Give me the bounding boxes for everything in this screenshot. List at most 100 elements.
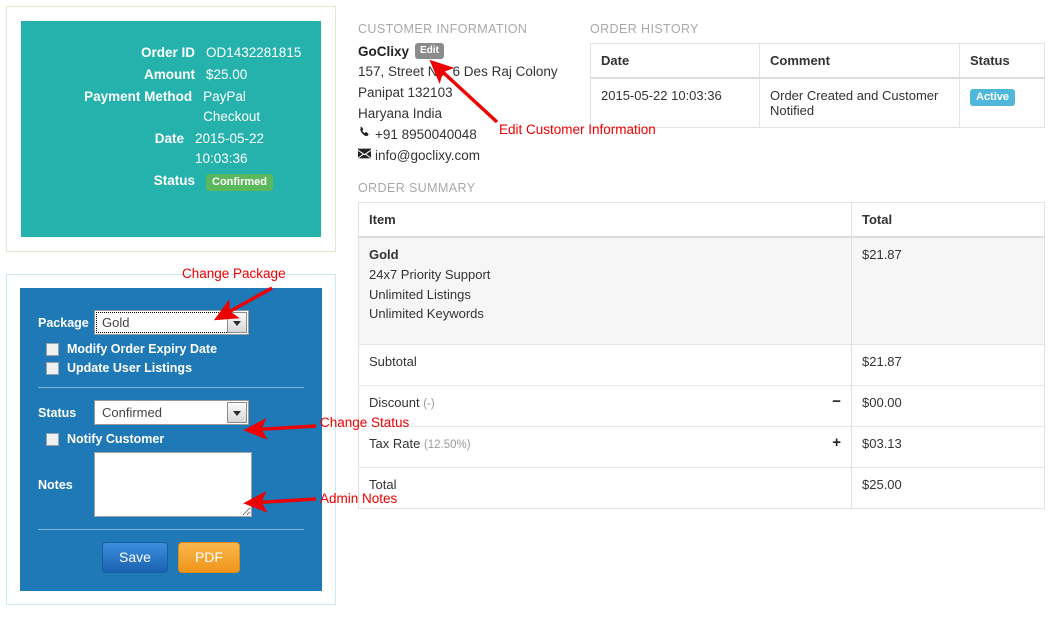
annotation-admin-notes: Admin Notes	[320, 491, 398, 506]
notes-row: Notes	[38, 452, 304, 517]
notify-customer-label: Notify Customer	[67, 432, 165, 446]
customer-address-line-2: Panipat 132103	[358, 85, 453, 100]
package-label: Package	[38, 315, 89, 330]
form-divider-top	[38, 387, 304, 388]
item-name: Gold	[369, 247, 399, 262]
status-select-label: Status	[38, 405, 77, 420]
table-row: Discount (-) − $00.00	[358, 385, 1045, 427]
date-row: Date 2015-05-22 10:03:36	[21, 129, 305, 169]
update-listings-row[interactable]: Update User Listings	[46, 361, 304, 375]
status-select-row: Status Confirmed	[38, 400, 304, 425]
customer-name: GoClixy	[358, 43, 410, 59]
customer-address-line-1: 157, Street No. 6 Des Raj Colony	[358, 64, 558, 79]
subtotal-label: Subtotal	[358, 344, 852, 386]
tax-note: (12.50%)	[423, 439, 471, 451]
annotation-change-status: Change Status	[320, 415, 410, 430]
status-select[interactable]: Confirmed	[94, 400, 249, 425]
pdf-button[interactable]: PDF	[177, 542, 240, 573]
order-history-table: Date Comment Status 2015-05-22 10:03:36 …	[590, 43, 1045, 128]
amount-row: Amount $25.00	[21, 65, 305, 85]
table-header-row: Item Total	[358, 202, 1045, 238]
customer-phone: +91 8950040048	[375, 127, 477, 142]
order-edit-form: Package Gold Modify Order Expiry Date Up…	[20, 288, 322, 591]
total-value: $25.00	[851, 467, 1045, 509]
item-feature: Unlimited Keywords	[369, 306, 484, 321]
tax-label: Tax Rate	[369, 436, 421, 451]
phone-icon	[358, 124, 375, 145]
annotation-change-package: Change Package	[182, 266, 286, 281]
customer-name-row: GoClixy Edit	[358, 43, 583, 59]
column-header-item: Item	[358, 202, 852, 238]
order-edit-panel: Package Gold Modify Order Expiry Date Up…	[6, 274, 336, 605]
order-id-value: OD1432281815	[206, 45, 302, 60]
package-select-wrap[interactable]: Gold	[94, 310, 249, 335]
status-label: Status	[153, 173, 195, 188]
date-value: 2015-05-22 10:03:36	[195, 131, 265, 166]
update-listings-checkbox[interactable]	[46, 361, 59, 375]
package-row: Package Gold	[38, 310, 304, 335]
save-button[interactable]: Save	[102, 542, 168, 573]
form-buttons: Save PDF	[38, 542, 304, 573]
order-details-card: Order ID OD1432281815 Amount $25.00 Paym…	[21, 21, 321, 237]
modify-expiry-checkbox[interactable]	[46, 342, 59, 356]
edit-customer-button[interactable]: Edit	[415, 43, 444, 59]
table-row: Tax Rate (12.50%) + $03.13	[358, 426, 1045, 468]
modify-expiry-row[interactable]: Modify Order Expiry Date	[46, 342, 304, 356]
envelope-icon	[358, 145, 375, 166]
notify-customer-row[interactable]: Notify Customer	[46, 432, 304, 446]
customer-email-row: info@goclixy.com	[358, 145, 583, 166]
notes-textarea[interactable]	[94, 452, 252, 517]
table-row: Total $25.00	[358, 467, 1045, 509]
amount-value: $25.00	[206, 67, 248, 82]
table-row: Gold 24x7 Priority Support Unlimited Lis…	[358, 236, 1045, 345]
update-listings-label: Update User Listings	[67, 361, 193, 375]
subtotal-value: $21.87	[851, 344, 1045, 386]
history-status: Active	[959, 77, 1045, 128]
order-summary-section: ORDER SUMMARY Item Total Gold 24x7 Prior…	[358, 181, 1045, 509]
total-label: Total	[358, 467, 852, 509]
status-row: Status Confirmed	[21, 171, 305, 191]
status-select-wrap[interactable]: Confirmed	[94, 400, 249, 425]
table-row: 2015-05-22 10:03:36 Order Created and Cu…	[590, 77, 1045, 128]
customer-address-line-3: Haryana India	[358, 106, 443, 121]
column-header-status: Status	[959, 43, 1045, 79]
package-select[interactable]: Gold	[94, 310, 249, 335]
modify-expiry-label: Modify Order Expiry Date	[67, 342, 218, 356]
order-history-title: ORDER HISTORY	[590, 22, 699, 36]
annotation-edit-customer: Edit Customer Information	[499, 122, 656, 137]
table-row: Subtotal $21.87	[358, 344, 1045, 386]
item-total: $21.87	[851, 236, 1045, 345]
notify-customer-checkbox[interactable]	[46, 432, 59, 446]
date-label: Date	[154, 131, 184, 146]
status-badge: Active	[970, 89, 1016, 106]
discount-note: (-)	[423, 398, 435, 410]
left-column: Order ID OD1432281815 Amount $25.00 Paym…	[6, 6, 336, 605]
discount-cell: Discount (-) −	[358, 385, 852, 427]
status-value: Confirmed	[206, 171, 273, 191]
column-header-comment: Comment	[759, 43, 960, 79]
discount-label: Discount	[369, 395, 420, 410]
customer-information-section: CUSTOMER INFORMATION GoClixy Edit 157, S…	[358, 22, 583, 166]
order-history-section: ORDER HISTORY Date Comment Status 2015-0…	[590, 22, 1045, 128]
discount-value: $00.00	[851, 385, 1045, 427]
column-header-total: Total	[851, 202, 1045, 238]
status-badge: Confirmed	[206, 174, 273, 191]
payment-method-value: PayPal Checkout	[203, 89, 261, 124]
order-summary-title: ORDER SUMMARY	[358, 181, 476, 195]
customer-email: info@goclixy.com	[375, 148, 480, 163]
item-feature: 24x7 Priority Support	[369, 267, 491, 282]
table-header-row: Date Comment Status	[590, 43, 1045, 79]
column-header-date: Date	[590, 43, 760, 79]
order-id-label: Order ID	[140, 45, 195, 60]
summary-item-cell: Gold 24x7 Priority Support Unlimited Lis…	[358, 236, 852, 345]
tax-value: $03.13	[851, 426, 1045, 468]
customer-information-title: CUSTOMER INFORMATION	[358, 22, 528, 36]
amount-label: Amount	[144, 67, 195, 82]
minus-icon: −	[832, 393, 841, 410]
item-feature: Unlimited Listings	[369, 286, 471, 302]
payment-method-label: Payment Method	[84, 89, 193, 104]
history-date: 2015-05-22 10:03:36	[590, 77, 760, 128]
plus-icon: +	[832, 434, 841, 451]
form-divider-bottom	[38, 529, 304, 530]
history-comment: Order Created and Customer Notified	[759, 77, 960, 128]
